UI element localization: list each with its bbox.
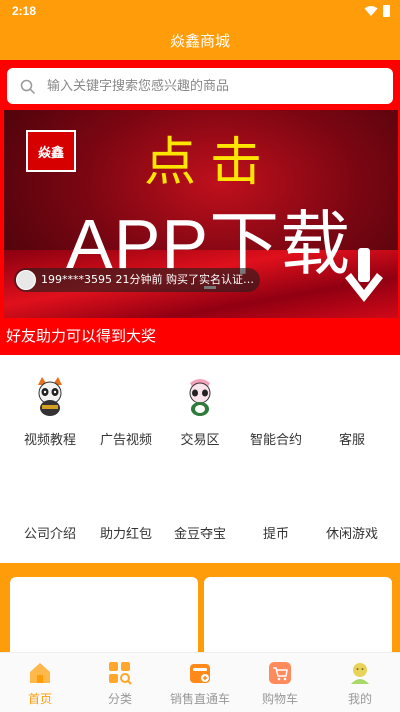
grid-label: 客服 — [338, 433, 365, 448]
promo-text: 好友助力可以得到大奖 — [6, 327, 157, 345]
pink-panda-mascot-icon — [189, 379, 211, 416]
profile-icon — [351, 663, 369, 684]
banner-headline: 点击 — [144, 133, 277, 193]
grid-label: 交易区 — [180, 433, 220, 448]
grid-label: 视频教程 — [23, 433, 76, 448]
function-grid: 视频教程 广告视频 交易区 智能合约 客服 公司介绍 助力红包 金豆夺宝 提币 … — [0, 355, 400, 555]
notification-text: 199****3595 21分钟前 购买了实名认证… — [41, 273, 254, 286]
tab-profile[interactable]: 我的 — [320, 653, 400, 712]
sales-icon — [190, 664, 210, 683]
grid-item-ad-video[interactable]: 广告视频 — [86, 355, 166, 455]
tab-label: 首页 — [27, 692, 52, 706]
tab-cart[interactable]: 购物车 — [240, 653, 320, 712]
panda-mascot-icon — [38, 377, 62, 416]
grid-item-withdraw[interactable]: 提币 — [236, 455, 316, 555]
app-title-bar: 焱鑫商城 — [0, 24, 400, 60]
status-bar: 2:18 — [0, 0, 400, 24]
grid-label: 广告视频 — [99, 433, 152, 448]
grid-item-gold-bean-treasure[interactable]: 金豆夺宝 — [160, 455, 240, 555]
download-arrow-icon — [345, 248, 383, 302]
grid-item-trading-zone[interactable]: 交易区 — [160, 355, 240, 455]
banner-section: 焱鑫 点击 APP下载 199****3595 21分钟前 购买了实名认证… — [0, 110, 400, 318]
purchase-notification: 199****3595 21分钟前 购买了实名认证… — [14, 268, 260, 292]
grid-item-red-packet[interactable]: 助力红包 — [86, 455, 166, 555]
home-icon — [30, 663, 50, 683]
tab-label: 分类 — [107, 692, 132, 706]
wifi-icon — [364, 6, 378, 16]
page-title: 焱鑫商城 — [169, 32, 230, 50]
grid-label: 休闲游戏 — [325, 527, 378, 542]
grid-item-company-intro[interactable]: 公司介绍 — [10, 455, 90, 555]
tab-label: 购物车 — [261, 692, 298, 706]
grid-label: 智能合约 — [249, 433, 302, 448]
grid-item-customer-service[interactable]: 客服 — [312, 355, 392, 455]
user-avatar — [16, 270, 36, 290]
tab-sales[interactable]: 销售直通车 — [160, 653, 240, 712]
grid-label: 提币 — [262, 527, 289, 542]
brand-logo-text: 焱鑫 — [37, 146, 64, 161]
category-icon — [109, 662, 132, 685]
search-box[interactable] — [7, 68, 393, 104]
status-time: 2:18 — [12, 4, 37, 18]
grid-label: 公司介绍 — [23, 527, 76, 542]
search-icon — [20, 79, 36, 95]
tab-category[interactable]: 分类 — [80, 653, 160, 712]
grid-item-smart-contract[interactable]: 智能合约 — [236, 355, 316, 455]
search-section — [0, 60, 400, 110]
brand-logo: 焱鑫 — [26, 130, 76, 172]
grid-label: 助力红包 — [99, 527, 152, 542]
cart-icon — [269, 662, 291, 684]
tab-label: 销售直通车 — [169, 692, 230, 706]
tab-home[interactable]: 首页 — [0, 653, 80, 712]
grid-item-casual-games[interactable]: 休闲游戏 — [312, 455, 392, 555]
battery-icon — [383, 5, 390, 17]
search-input[interactable] — [47, 68, 377, 104]
tab-label: 我的 — [347, 692, 372, 706]
promo-banner[interactable]: 好友助力可以得到大奖 — [0, 318, 400, 355]
grid-item-video-tutorial[interactable]: 视频教程 — [10, 355, 90, 455]
grid-label: 金豆夺宝 — [173, 527, 226, 542]
bottom-tab-bar: 首页 分类 销售直通车 购物车 我的 — [0, 652, 400, 712]
